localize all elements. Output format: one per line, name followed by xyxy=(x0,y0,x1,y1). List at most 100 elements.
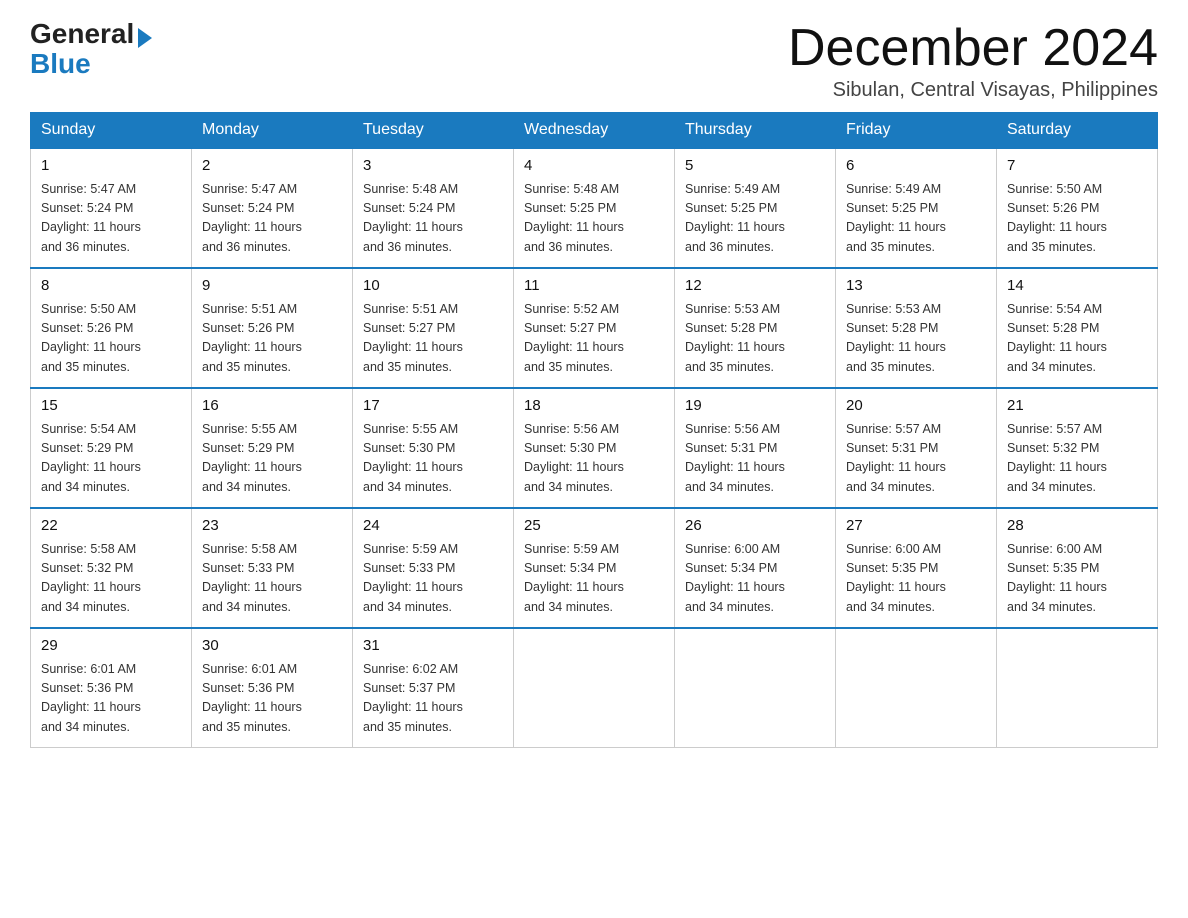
day-number: 8 xyxy=(41,275,181,298)
day-number: 21 xyxy=(1007,395,1147,418)
day-info: Sunrise: 6:00 AMSunset: 5:35 PMDaylight:… xyxy=(846,540,986,618)
day-info: Sunrise: 5:56 AMSunset: 5:31 PMDaylight:… xyxy=(685,420,825,498)
day-number: 12 xyxy=(685,275,825,298)
calendar-cell: 10Sunrise: 5:51 AMSunset: 5:27 PMDayligh… xyxy=(353,268,514,388)
day-info: Sunrise: 5:52 AMSunset: 5:27 PMDaylight:… xyxy=(524,300,664,378)
day-info: Sunrise: 5:54 AMSunset: 5:28 PMDaylight:… xyxy=(1007,300,1147,378)
calendar-cell: 7Sunrise: 5:50 AMSunset: 5:26 PMDaylight… xyxy=(997,148,1158,268)
day-info: Sunrise: 5:51 AMSunset: 5:26 PMDaylight:… xyxy=(202,300,342,378)
day-number: 4 xyxy=(524,155,664,178)
calendar-cell: 6Sunrise: 5:49 AMSunset: 5:25 PMDaylight… xyxy=(836,148,997,268)
calendar-cell: 22Sunrise: 5:58 AMSunset: 5:32 PMDayligh… xyxy=(31,508,192,628)
header-day-tuesday: Tuesday xyxy=(353,113,514,149)
calendar-cell: 27Sunrise: 6:00 AMSunset: 5:35 PMDayligh… xyxy=(836,508,997,628)
day-info: Sunrise: 5:49 AMSunset: 5:25 PMDaylight:… xyxy=(685,180,825,258)
day-info: Sunrise: 6:00 AMSunset: 5:35 PMDaylight:… xyxy=(1007,540,1147,618)
calendar-cell: 1Sunrise: 5:47 AMSunset: 5:24 PMDaylight… xyxy=(31,148,192,268)
day-info: Sunrise: 6:02 AMSunset: 5:37 PMDaylight:… xyxy=(363,660,503,738)
header-day-wednesday: Wednesday xyxy=(514,113,675,149)
day-number: 14 xyxy=(1007,275,1147,298)
calendar-cell: 29Sunrise: 6:01 AMSunset: 5:36 PMDayligh… xyxy=(31,628,192,748)
calendar-cell: 8Sunrise: 5:50 AMSunset: 5:26 PMDaylight… xyxy=(31,268,192,388)
calendar-cell: 2Sunrise: 5:47 AMSunset: 5:24 PMDaylight… xyxy=(192,148,353,268)
day-number: 17 xyxy=(363,395,503,418)
calendar-cell: 3Sunrise: 5:48 AMSunset: 5:24 PMDaylight… xyxy=(353,148,514,268)
calendar-cell: 16Sunrise: 5:55 AMSunset: 5:29 PMDayligh… xyxy=(192,388,353,508)
location-title: Sibulan, Central Visayas, Philippines xyxy=(788,79,1158,102)
day-number: 19 xyxy=(685,395,825,418)
day-number: 5 xyxy=(685,155,825,178)
day-number: 9 xyxy=(202,275,342,298)
day-number: 1 xyxy=(41,155,181,178)
day-number: 13 xyxy=(846,275,986,298)
calendar-cell: 14Sunrise: 5:54 AMSunset: 5:28 PMDayligh… xyxy=(997,268,1158,388)
day-info: Sunrise: 5:57 AMSunset: 5:32 PMDaylight:… xyxy=(1007,420,1147,498)
day-info: Sunrise: 5:49 AMSunset: 5:25 PMDaylight:… xyxy=(846,180,986,258)
page-header: General Blue December 2024 Sibulan, Cent… xyxy=(30,20,1158,102)
day-number: 22 xyxy=(41,515,181,538)
day-number: 2 xyxy=(202,155,342,178)
calendar-cell: 19Sunrise: 5:56 AMSunset: 5:31 PMDayligh… xyxy=(675,388,836,508)
day-number: 15 xyxy=(41,395,181,418)
calendar-cell: 12Sunrise: 5:53 AMSunset: 5:28 PMDayligh… xyxy=(675,268,836,388)
calendar-cell: 24Sunrise: 5:59 AMSunset: 5:33 PMDayligh… xyxy=(353,508,514,628)
header-day-friday: Friday xyxy=(836,113,997,149)
day-number: 7 xyxy=(1007,155,1147,178)
header-row: SundayMondayTuesdayWednesdayThursdayFrid… xyxy=(31,113,1158,149)
week-row-3: 15Sunrise: 5:54 AMSunset: 5:29 PMDayligh… xyxy=(31,388,1158,508)
day-info: Sunrise: 5:59 AMSunset: 5:33 PMDaylight:… xyxy=(363,540,503,618)
calendar-cell: 4Sunrise: 5:48 AMSunset: 5:25 PMDaylight… xyxy=(514,148,675,268)
day-info: Sunrise: 5:47 AMSunset: 5:24 PMDaylight:… xyxy=(202,180,342,258)
day-info: Sunrise: 6:01 AMSunset: 5:36 PMDaylight:… xyxy=(202,660,342,738)
logo-blue-text: Blue xyxy=(30,48,91,80)
day-number: 27 xyxy=(846,515,986,538)
day-info: Sunrise: 5:58 AMSunset: 5:33 PMDaylight:… xyxy=(202,540,342,618)
calendar-cell xyxy=(675,628,836,748)
day-number: 29 xyxy=(41,635,181,658)
day-info: Sunrise: 5:59 AMSunset: 5:34 PMDaylight:… xyxy=(524,540,664,618)
day-number: 11 xyxy=(524,275,664,298)
day-number: 16 xyxy=(202,395,342,418)
header-day-thursday: Thursday xyxy=(675,113,836,149)
week-row-4: 22Sunrise: 5:58 AMSunset: 5:32 PMDayligh… xyxy=(31,508,1158,628)
calendar-cell: 31Sunrise: 6:02 AMSunset: 5:37 PMDayligh… xyxy=(353,628,514,748)
day-info: Sunrise: 5:50 AMSunset: 5:26 PMDaylight:… xyxy=(41,300,181,378)
header-day-monday: Monday xyxy=(192,113,353,149)
calendar-cell: 13Sunrise: 5:53 AMSunset: 5:28 PMDayligh… xyxy=(836,268,997,388)
day-number: 25 xyxy=(524,515,664,538)
day-number: 23 xyxy=(202,515,342,538)
day-info: Sunrise: 5:57 AMSunset: 5:31 PMDaylight:… xyxy=(846,420,986,498)
calendar-cell: 18Sunrise: 5:56 AMSunset: 5:30 PMDayligh… xyxy=(514,388,675,508)
calendar-cell: 28Sunrise: 6:00 AMSunset: 5:35 PMDayligh… xyxy=(997,508,1158,628)
day-info: Sunrise: 6:01 AMSunset: 5:36 PMDaylight:… xyxy=(41,660,181,738)
calendar-cell: 15Sunrise: 5:54 AMSunset: 5:29 PMDayligh… xyxy=(31,388,192,508)
calendar-cell xyxy=(836,628,997,748)
logo-flag-icon xyxy=(138,28,152,48)
calendar-cell: 30Sunrise: 6:01 AMSunset: 5:36 PMDayligh… xyxy=(192,628,353,748)
calendar-cell: 20Sunrise: 5:57 AMSunset: 5:31 PMDayligh… xyxy=(836,388,997,508)
day-info: Sunrise: 5:56 AMSunset: 5:30 PMDaylight:… xyxy=(524,420,664,498)
calendar-cell: 9Sunrise: 5:51 AMSunset: 5:26 PMDaylight… xyxy=(192,268,353,388)
day-number: 24 xyxy=(363,515,503,538)
week-row-1: 1Sunrise: 5:47 AMSunset: 5:24 PMDaylight… xyxy=(31,148,1158,268)
calendar-cell: 26Sunrise: 6:00 AMSunset: 5:34 PMDayligh… xyxy=(675,508,836,628)
day-info: Sunrise: 5:48 AMSunset: 5:25 PMDaylight:… xyxy=(524,180,664,258)
day-info: Sunrise: 5:58 AMSunset: 5:32 PMDaylight:… xyxy=(41,540,181,618)
day-info: Sunrise: 5:53 AMSunset: 5:28 PMDaylight:… xyxy=(846,300,986,378)
calendar-cell: 17Sunrise: 5:55 AMSunset: 5:30 PMDayligh… xyxy=(353,388,514,508)
header-day-saturday: Saturday xyxy=(997,113,1158,149)
day-info: Sunrise: 6:00 AMSunset: 5:34 PMDaylight:… xyxy=(685,540,825,618)
day-number: 31 xyxy=(363,635,503,658)
day-info: Sunrise: 5:53 AMSunset: 5:28 PMDaylight:… xyxy=(685,300,825,378)
month-title: December 2024 xyxy=(788,20,1158,77)
week-row-5: 29Sunrise: 6:01 AMSunset: 5:36 PMDayligh… xyxy=(31,628,1158,748)
logo-general-text: General xyxy=(30,20,134,48)
header-day-sunday: Sunday xyxy=(31,113,192,149)
week-row-2: 8Sunrise: 5:50 AMSunset: 5:26 PMDaylight… xyxy=(31,268,1158,388)
day-info: Sunrise: 5:47 AMSunset: 5:24 PMDaylight:… xyxy=(41,180,181,258)
day-number: 10 xyxy=(363,275,503,298)
calendar-cell: 21Sunrise: 5:57 AMSunset: 5:32 PMDayligh… xyxy=(997,388,1158,508)
day-info: Sunrise: 5:51 AMSunset: 5:27 PMDaylight:… xyxy=(363,300,503,378)
day-number: 26 xyxy=(685,515,825,538)
day-info: Sunrise: 5:48 AMSunset: 5:24 PMDaylight:… xyxy=(363,180,503,258)
